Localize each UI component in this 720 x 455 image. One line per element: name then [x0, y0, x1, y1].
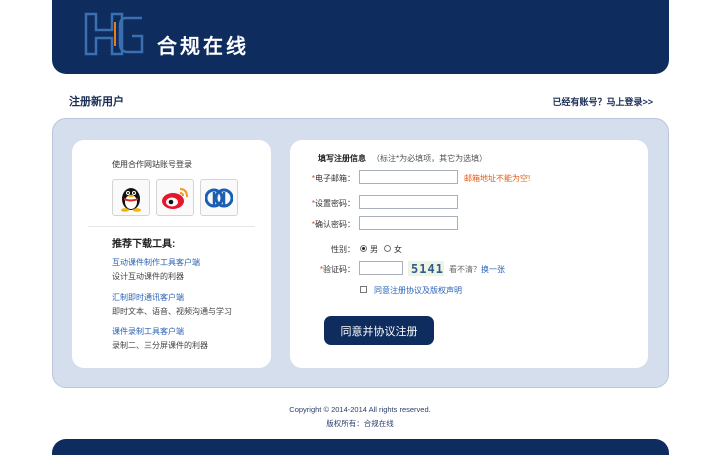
gender-male-radio[interactable] — [360, 245, 367, 252]
form-title: 填写注册信息 （标注*为必填项，其它为选填） — [318, 153, 487, 164]
captcha-refresh-link[interactable]: 换一张 — [481, 265, 505, 274]
email-field[interactable] — [359, 170, 458, 184]
captcha-hint-text: 看不清？ — [449, 265, 481, 274]
registration-form-card: 填写注册信息 （标注*为必填项，其它为选填） *电子邮箱： 邮箱地址不能为空! *… — [290, 140, 648, 368]
footer-copyright: Copyright © 2014-2014 All rights reserve… — [289, 405, 431, 414]
form-title-text: 填写注册信息 — [318, 154, 366, 163]
gender-male-label: 男 — [370, 245, 378, 254]
qq-icon — [121, 187, 141, 212]
email-label: *电子邮箱： — [295, 173, 355, 184]
email-label-text: 电子邮箱： — [315, 174, 355, 183]
title-bar: 注册新用户 已经有账号？马上登录>> — [52, 86, 669, 114]
qq-login-button[interactable] — [112, 179, 150, 216]
tool-link-instant-messaging[interactable]: 汇制即时通讯客户端 — [112, 292, 184, 303]
logo-icon — [84, 12, 144, 56]
captcha-label-text: 验证码： — [323, 265, 355, 274]
captcha-text: 5141 — [411, 262, 444, 276]
footer-bar — [52, 439, 669, 455]
footer-owner: 版权所有：合规在线 — [326, 419, 394, 428]
tool-desc-instant-messaging: 即时文本、语音、视频沟通与学习 — [112, 307, 232, 316]
email-error-message: 邮箱地址不能为空! — [464, 174, 531, 183]
weibo-login-button[interactable] — [156, 179, 194, 216]
captcha-input[interactable] — [359, 261, 403, 275]
captcha-hint: 看不清？换一张 — [449, 264, 505, 275]
confirm-password-field[interactable] — [359, 216, 458, 230]
page-title: 注册新用户 — [69, 96, 124, 108]
header-banner: 合规在线 — [52, 0, 669, 74]
confirm-label-text: 确认密码： — [315, 220, 355, 229]
submit-register-button[interactable]: 同意并协议注册 — [324, 316, 434, 345]
tool-link-interactive-courseware[interactable]: 互动课件制作工具客户端 — [112, 257, 200, 268]
partner-login-card: 使用合作网站账号登录 推荐下载工具: 互动课件制作工具客户端 设计互动课件的利器… — [72, 140, 271, 368]
tool-desc-interactive-courseware: 设计互动课件的利器 — [112, 272, 184, 281]
password-label-text: 设置密码： — [315, 199, 355, 208]
password-label: *设置密码： — [295, 198, 355, 209]
gender-label: 性别： — [331, 245, 355, 254]
agree-terms-link[interactable]: 同意注册协议及版权声明 — [374, 285, 462, 296]
agree-terms-checkbox[interactable] — [360, 286, 367, 293]
partner-login-label: 使用合作网站账号登录 — [112, 160, 192, 169]
captcha-label: *验证码： — [295, 264, 355, 275]
brand-name: 合规在线 — [157, 34, 249, 58]
gender-female-radio[interactable] — [384, 245, 391, 252]
weibo-icon — [162, 187, 188, 209]
captcha-image[interactable]: 5141 — [408, 261, 444, 276]
main-panel: 使用合作网站账号登录 推荐下载工具: 互动课件制作工具客户端 设计互动课件的利器… — [52, 118, 669, 388]
recommended-tools-title: 推荐下载工具: — [112, 239, 176, 250]
tool-desc-courseware-recorder: 录制二、三分屏课件的利器 — [112, 341, 208, 350]
password-field[interactable] — [359, 195, 458, 209]
gender-female-label: 女 — [394, 245, 402, 254]
form-note: （标注*为必填项，其它为选填） — [372, 154, 488, 163]
confirm-password-label: *确认密码： — [295, 219, 355, 230]
divider — [88, 226, 255, 227]
tool-link-courseware-recorder[interactable]: 课件录制工具客户端 — [112, 326, 184, 337]
login-link[interactable]: 已经有账号？马上登录>> — [552, 95, 653, 108]
renren-login-button[interactable] — [200, 179, 238, 216]
renren-icon — [205, 188, 233, 207]
